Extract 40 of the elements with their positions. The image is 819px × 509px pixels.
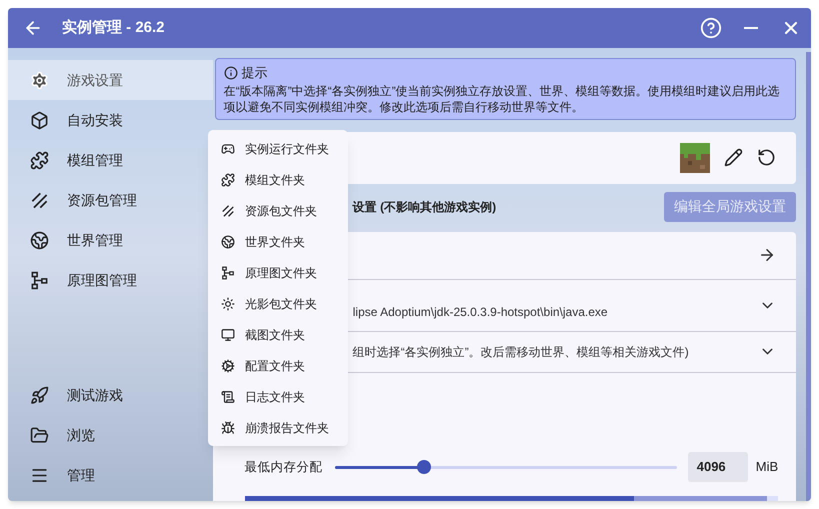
memory-label: 最低内存分配 [244,458,324,476]
folder-icon [30,426,49,444]
memory-input[interactable]: 4096 [688,452,748,482]
hatch-icon [30,190,49,210]
scroll-icon [221,390,235,404]
edit-button[interactable] [724,148,744,167]
grass-block-icon [680,142,710,172]
rocket-icon [30,386,49,404]
setting-value: 组时选择“各实例独立”。改后需移动世界、模组等相关游戏文件) [352,344,689,360]
pencil-icon [724,148,744,167]
cube-icon [30,110,49,130]
sidebar-item[interactable]: 管理 [8,455,213,495]
hatch-icon [221,204,235,218]
section-heading: 设置 (不影响其他游戏实例) [352,198,496,216]
cog-icon [221,358,235,372]
globe-icon [30,230,49,250]
sidebar-item[interactable]: 游戏设置 [8,60,213,100]
monitor-icon [221,328,235,342]
reset-button[interactable] [757,148,776,167]
info-icon [224,66,238,80]
puzzle-icon [221,172,235,186]
settings-icon [30,70,49,90]
sun-icon [221,296,235,310]
setting-value: lipse Adoptium\jdk-25.0.3.9-hotspot\bin\java.exe [352,304,608,321]
menu-item[interactable]: 截图文件夹 [208,319,348,350]
node-tree-icon [30,270,49,290]
window-title: 实例管理 - 26.2 [62,18,165,38]
globe-icon [221,234,235,248]
tip-title: 提示 [242,64,268,82]
memory-unit: MiB [756,458,778,476]
puzzle-icon [30,150,49,170]
reset-icon [757,148,776,167]
node-tree-icon [221,266,235,280]
slider-thumb[interactable] [416,460,431,474]
bug-icon [221,420,235,434]
tip-text: 在“版本隔离”中选择“各实例独立”使当前实例独立存放设置、世界、模组等数据。使用模组时建议启用此选项以避免不同实例模组冲突。修改此选项后需自行移动世界等文件。 [224,82,781,114]
gamepad-icon [221,142,235,156]
help-icon [700,17,722,39]
minimize-icon [744,27,758,29]
memory-slider[interactable] [334,460,677,474]
